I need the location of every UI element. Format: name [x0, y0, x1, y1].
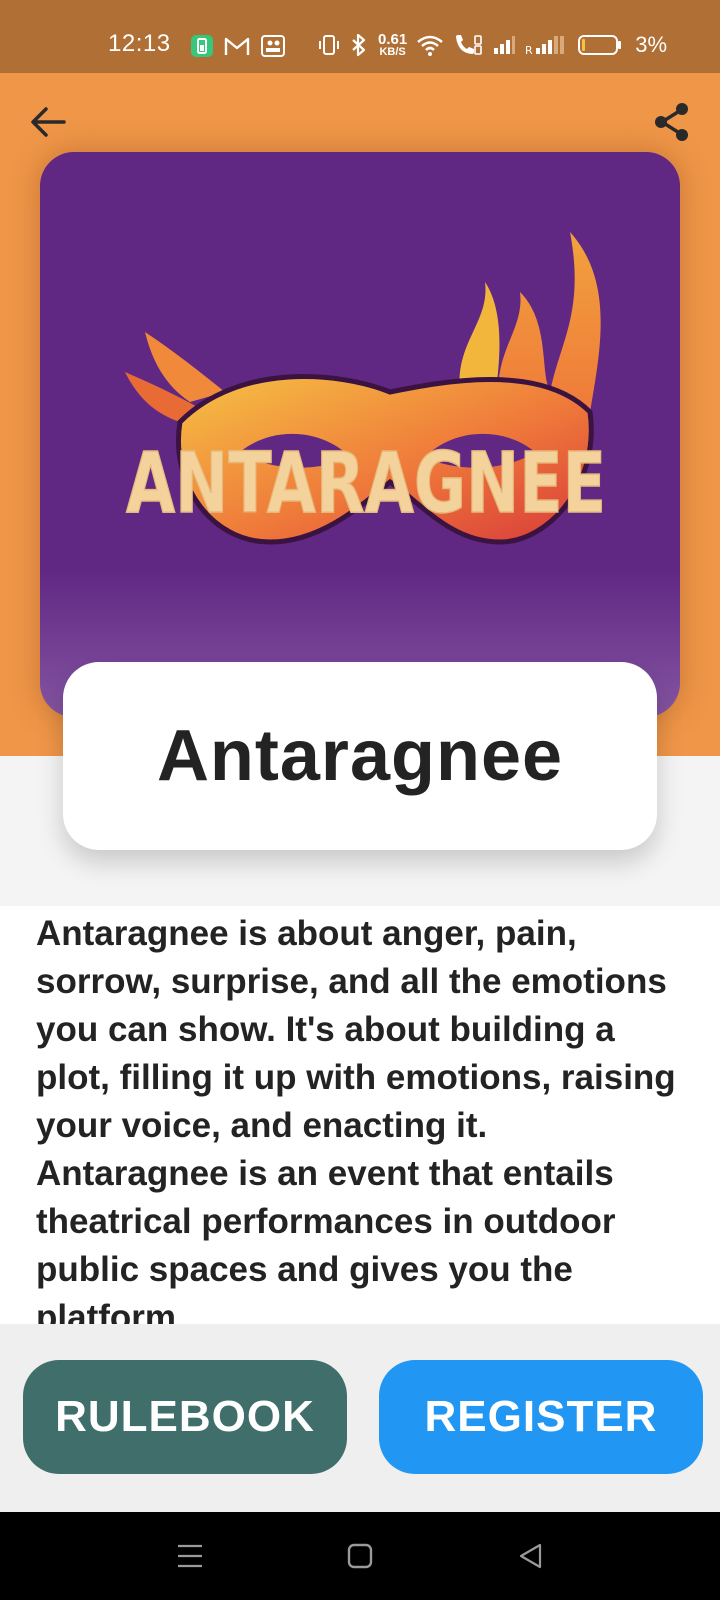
arrow-left-icon [31, 107, 66, 137]
network-speed: 0.61 KB/S [378, 32, 407, 58]
battery-icon [578, 34, 622, 56]
logo-text: ANTARAGNEE [126, 434, 606, 532]
battery-saver-icon [190, 34, 214, 58]
bluetooth-icon [349, 33, 369, 57]
menu-button[interactable] [174, 1540, 206, 1572]
status-bar: 12:13 0.61 KB/S R 3% [0, 0, 720, 73]
status-time: 12:13 [108, 30, 171, 57]
gmail-icon [224, 35, 250, 57]
event-detail-screen: 12:13 0.61 KB/S R 3% ANTARAGNEE Antaragn… [0, 0, 720, 1600]
network-speed-unit: KB/S [379, 46, 406, 58]
roaming-signal-icon: R [525, 34, 569, 56]
system-icons: 0.61 KB/S R 3% [318, 32, 667, 58]
title-card: Antaragnee [63, 662, 657, 850]
description-section[interactable]: Antaragnee is about anger, pain, sorrow,… [0, 906, 720, 1324]
event-description: Antaragnee is about anger, pain, sorrow,… [36, 914, 676, 1324]
action-bar: RULEBOOK REGISTER [0, 1324, 720, 1512]
home-square-icon [347, 1543, 373, 1569]
signal-icon [492, 34, 516, 56]
back-nav-button[interactable] [515, 1540, 547, 1572]
event-title: Antaragnee [156, 716, 564, 796]
back-triangle-icon [519, 1543, 542, 1569]
wifi-icon [416, 34, 444, 56]
battery-percent: 3% [635, 32, 667, 57]
gallery-icon [260, 34, 286, 58]
volte-call-icon [453, 33, 483, 57]
menu-icon [178, 1544, 202, 1568]
svg-text:R: R [525, 44, 533, 56]
network-speed-value: 0.61 [378, 31, 408, 48]
event-poster: ANTARAGNEE [40, 152, 680, 717]
share-icon [655, 103, 688, 141]
share-button[interactable] [650, 100, 694, 144]
vibrate-icon [318, 34, 340, 56]
notification-icons [190, 34, 286, 58]
home-button[interactable] [344, 1540, 376, 1572]
rulebook-button[interactable]: RULEBOOK [23, 1360, 347, 1474]
register-button[interactable]: REGISTER [379, 1360, 703, 1474]
back-button[interactable] [26, 100, 70, 144]
system-nav-bar [0, 1512, 720, 1600]
